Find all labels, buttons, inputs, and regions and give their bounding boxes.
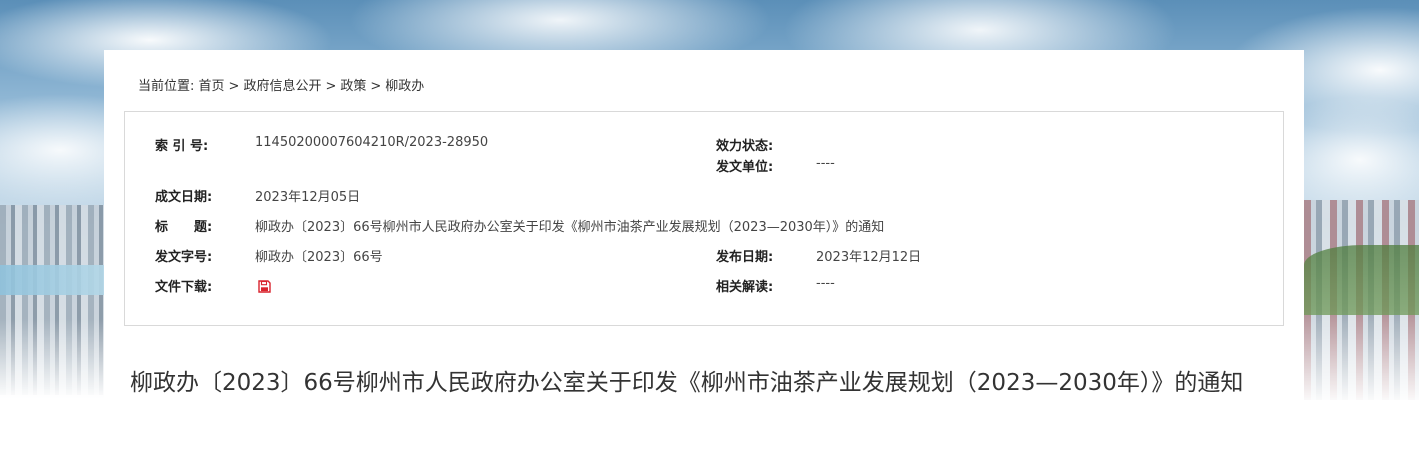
breadcrumb-separator: > [370, 79, 382, 94]
city-skyline-left [0, 205, 104, 395]
index-number-value: 11450200007604210R/2023-28950 [255, 135, 489, 150]
document-title: 柳政办〔2023〕66号柳州市人民政府办公室关于印发《柳州市油茶产业发展规划（2… [130, 370, 1244, 396]
breadcrumb-separator: > [228, 79, 240, 94]
publish-date-label: 发布日期: [716, 250, 774, 265]
doc-number-value: 柳政办〔2023〕66号 [255, 250, 383, 265]
content-panel: 当前位置: 首页 > 政府信息公开 > 政策 > 柳政办 索 引 号: 1145020000… [104, 50, 1304, 464]
date-written-label: 成文日期: [155, 190, 213, 205]
title-value: 柳政办〔2023〕66号柳州市人民政府办公室关于印发《柳州市油茶产业发展规划（2… [255, 220, 885, 235]
breadcrumb-home-link[interactable]: 首页 [199, 79, 225, 94]
save-icon[interactable] [258, 278, 271, 293]
river-left [0, 265, 104, 295]
title-label: 标 题: [155, 220, 213, 235]
breadcrumb-current-link[interactable]: 柳政办 [385, 79, 424, 94]
breadcrumb-separator: > [325, 79, 337, 94]
breadcrumb-prefix: 当前位置: [138, 79, 195, 94]
doc-number-label: 发文字号: [155, 250, 213, 265]
save-icon-graphic [258, 280, 271, 293]
related-interpretation-value[interactable]: ---- [816, 276, 835, 291]
file-download-label: 文件下载: [155, 280, 213, 295]
related-interpretation-label: 相关解读: [716, 280, 774, 295]
breadcrumb-policy-link[interactable]: 政策 [340, 79, 366, 94]
breadcrumb: 当前位置: 首页 > 政府信息公开 > 政策 > 柳政办 [138, 75, 424, 94]
publish-date-value: 2023年12月12日 [816, 250, 922, 265]
validity-status-label: 效力状态: [716, 139, 774, 154]
issuer-label: 发文单位: [716, 160, 774, 175]
index-number-label: 索 引 号: [155, 139, 209, 154]
breadcrumb-gov-info-link[interactable]: 政府信息公开 [243, 79, 321, 94]
hills-right [1304, 245, 1419, 315]
document-info-table: 索 引 号: 11450200007604210R/2023-28950 效力状… [124, 111, 1284, 326]
issuer-value: ---- [816, 156, 835, 171]
date-written-value: 2023年12月05日 [255, 190, 361, 205]
